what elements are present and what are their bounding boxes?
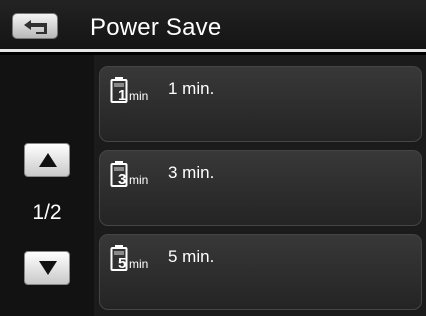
icon-number: 5 bbox=[118, 255, 127, 272]
option-3-min[interactable]: 3 min 3 min. bbox=[99, 150, 422, 226]
option-5-min[interactable]: 5 min 5 min. bbox=[99, 234, 422, 310]
battery-timer-icon: 3 min bbox=[110, 160, 162, 188]
battery-timer-icon: 1 min bbox=[110, 76, 162, 104]
battery-timer-icon: 5 min bbox=[110, 244, 162, 272]
icon-unit: min bbox=[129, 173, 149, 187]
pager-panel: 1/2 bbox=[0, 55, 94, 316]
title-bar: Power Save bbox=[0, 0, 426, 52]
arrow-down-icon bbox=[39, 261, 57, 275]
option-label: 3 min. bbox=[168, 163, 215, 182]
content-area: 1/2 1 min 1 min. 3 min 3 min. 5 min 5 mi… bbox=[0, 55, 426, 316]
back-icon bbox=[24, 20, 47, 34]
icon-number: 1 bbox=[118, 87, 127, 104]
icon-unit: min bbox=[129, 89, 149, 103]
icon-unit: min bbox=[129, 257, 149, 271]
page-indicator: 1/2 bbox=[32, 201, 62, 224]
arrow-up-icon bbox=[39, 153, 57, 167]
page-down-button[interactable] bbox=[24, 251, 70, 285]
page-title: Power Save bbox=[90, 14, 222, 41]
option-label: 5 min. bbox=[168, 247, 215, 266]
option-label: 1 min. bbox=[168, 79, 215, 98]
page-up-button[interactable] bbox=[24, 143, 70, 177]
option-1-min[interactable]: 1 min 1 min. bbox=[99, 66, 422, 142]
back-button[interactable] bbox=[12, 13, 58, 39]
icon-number: 3 bbox=[118, 171, 127, 188]
